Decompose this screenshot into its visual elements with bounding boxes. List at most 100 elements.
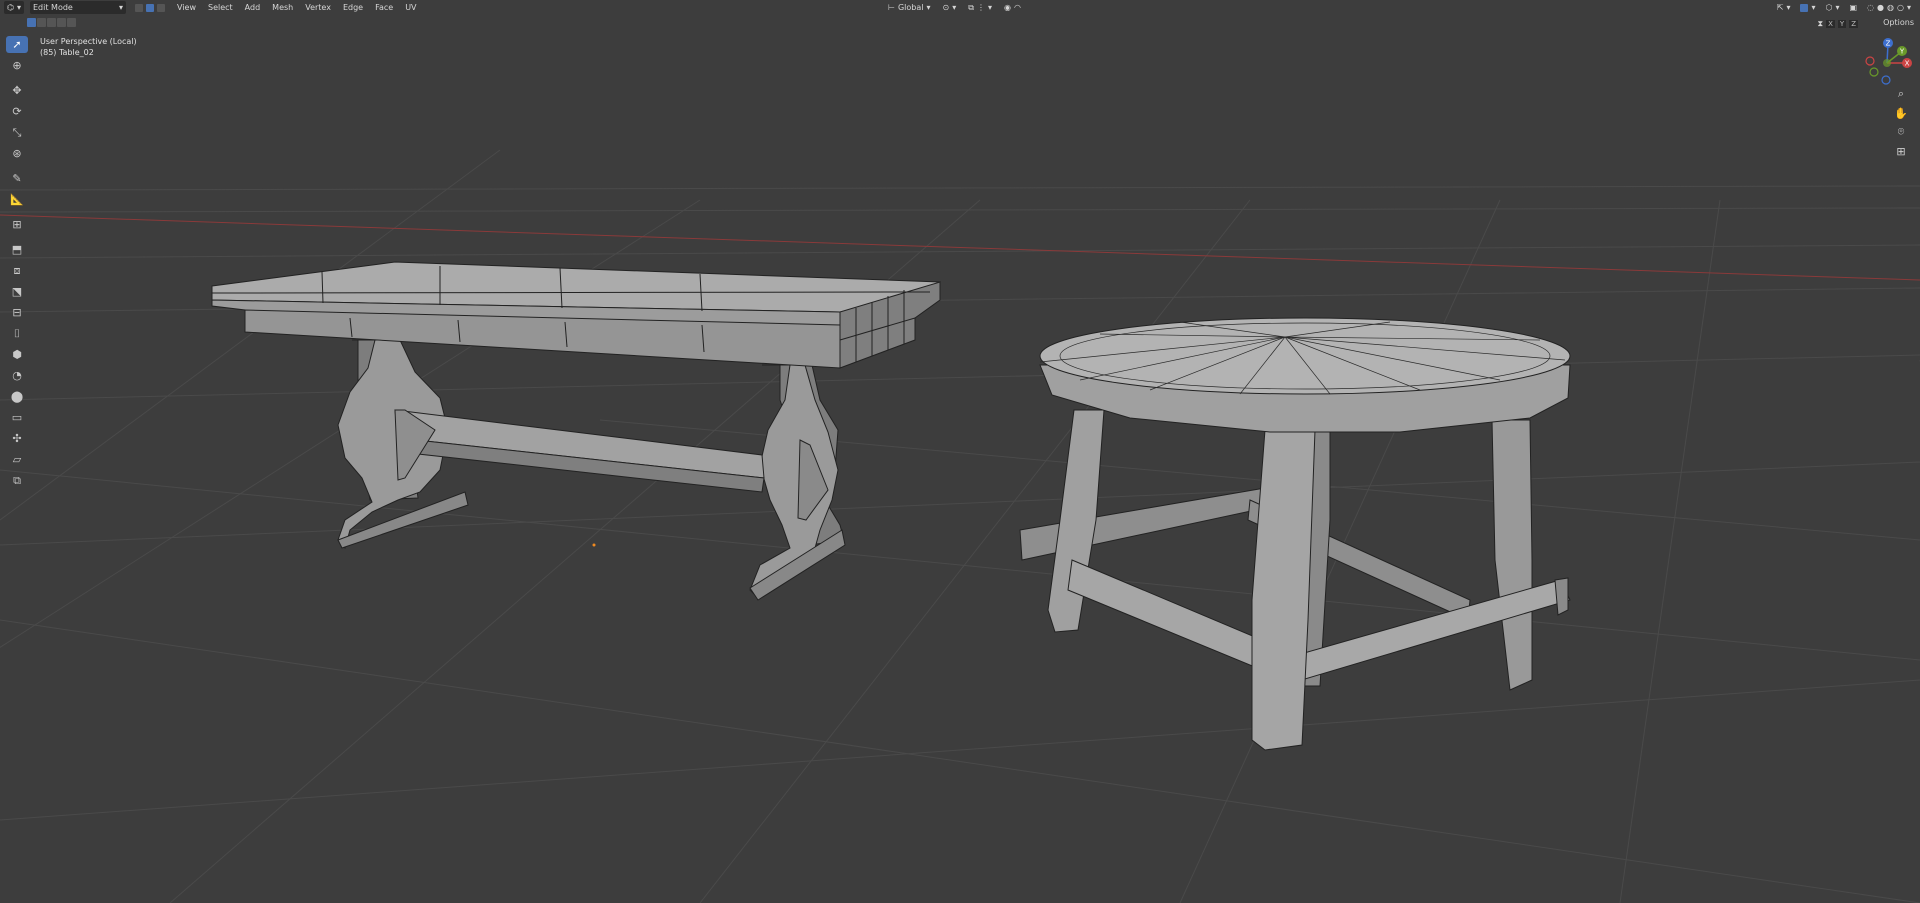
neg-x-axis-icon[interactable] [1865,56,1875,66]
xray-icon: ▣ [1849,3,1858,12]
neg-y-axis-icon[interactable] [1869,67,1879,77]
spin-icon[interactable]: ◔ [6,367,28,384]
knife-icon[interactable]: ⌷ [6,325,28,342]
menu-add[interactable]: Add [242,3,264,12]
subtract-selection-icon[interactable] [47,18,56,27]
set-selection-icon[interactable] [27,18,36,27]
material-shading-icon[interactable]: ◍ [1887,3,1894,12]
tool-shelf: ➚ ⊕ ✥ ⟳ ⤡ ⊛ ✎ 📐 ⊞ ⬒ ⧈ ⬔ ⊟ ⌷ ⬢ ◔ ⬤ ▭ ✣ ▱ … [4,36,30,489]
options-dropdown[interactable]: Options [1883,18,1914,27]
snap-toggle[interactable]: ⧉ ⋮ ▾ [965,1,995,14]
viewport-header-right: ⇱ ▾ ▾ ⬡ ▾ ▣ ◌ ● ◍ ○ ▾ [1774,1,1914,14]
solid-shading-icon[interactable]: ● [1877,3,1884,12]
move-icon[interactable]: ✥ [6,82,28,99]
edge-slide-icon[interactable]: ▭ [6,409,28,426]
pivot-icon: ⊙ [942,3,950,12]
extrude-icon[interactable]: ⬒ [6,241,28,258]
proportional-edit-icon: ◉ [1003,3,1011,12]
selection-set-modes [27,18,76,27]
transform-icon[interactable]: ⊛ [6,145,28,162]
select-mode-group [132,1,168,14]
gizmo-toggle[interactable]: ⇱ ▾ [1774,1,1794,14]
viewport-info: User Perspective (Local) (85) Table_02 [40,36,137,58]
invert-selection-icon[interactable] [57,18,66,27]
gizmo-center-icon [1883,59,1891,67]
mode-dropdown[interactable]: Edit Mode ▾ [30,1,126,14]
perspective-grid-icon[interactable]: ⊞ [1894,144,1908,158]
bench-mesh[interactable] [211,261,941,601]
cursor-select-icon[interactable]: ➚ [6,36,28,53]
neg-z-axis-icon[interactable] [1881,75,1891,85]
navigation-gizmo[interactable]: Z X Y [1856,36,1916,86]
proportional-edit-toggle[interactable]: ◉ ◠ [1001,1,1024,14]
x-axis-line [0,214,1920,281]
pan-hand-icon[interactable]: ✋ [1894,106,1908,120]
xray-toggle[interactable]: ▣ [1846,1,1860,14]
mirror-z-toggle[interactable]: Z [1849,20,1858,28]
orientation-icon: ⊢ [888,3,895,12]
rip-region-icon[interactable]: ⧉ [6,472,28,489]
orientation-label: Global [897,3,924,12]
3d-cursor-icon[interactable]: ⊕ [6,57,28,74]
overlays-toggle[interactable]: ▾ [1797,1,1818,14]
editor-type-button[interactable]: ⌬ ▾ [4,1,24,14]
menu-mesh[interactable]: Mesh [269,3,296,12]
mirror-axis-group: ⧗ X Y Z [1817,19,1858,29]
bevel-icon[interactable]: ⬔ [6,283,28,300]
floor-grid [0,149,1920,903]
loop-cut-icon[interactable]: ⊟ [6,304,28,321]
face-select-icon[interactable] [157,3,165,12]
viewport-subheader: ⧗ X Y Z Options [0,16,1920,30]
rotate-icon[interactable]: ⟳ [6,103,28,120]
intersect-selection-icon[interactable] [67,18,76,27]
snap-icon: ⧉ [968,2,974,12]
falloff-icon: ◠ [1013,3,1021,12]
menu-vertex[interactable]: Vertex [302,3,334,12]
x-axis-label: X [1905,60,1910,68]
3d-viewport[interactable] [0,0,1920,903]
annotate-icon[interactable]: ✎ [6,170,28,187]
inset-icon[interactable]: ⧈ [6,262,28,279]
shear-icon[interactable]: ▱ [6,451,28,468]
zoom-icon[interactable]: ⌕ [1894,87,1908,101]
smooth-icon[interactable]: ⬤ [6,388,28,405]
extend-selection-icon[interactable] [37,18,46,27]
rendered-shading-icon[interactable]: ○ [1897,3,1904,12]
z-axis-label: Z [1886,40,1891,48]
shrink-fatten-icon[interactable]: ✣ [6,430,28,447]
edge-select-icon[interactable] [146,3,154,12]
transform-orientation-dropdown[interactable]: ⊢ Global ▾ [885,1,934,14]
view-name: User Perspective (Local) [40,37,137,46]
gizmo-icon: ⇱ [1776,3,1784,12]
menu-select[interactable]: Select [205,3,236,12]
snap-target-icon: ⋮ [976,3,985,12]
object-label: (85) Table_02 [40,48,94,57]
vertex-select-icon[interactable] [135,3,143,12]
pivot-point-dropdown[interactable]: ⊙ ▾ [940,1,960,14]
add-cube-icon[interactable]: ⊞ [6,216,28,233]
y-axis-label: Y [1899,48,1905,56]
navigation-buttons: ⌕ ✋ ⌾ ⊞ [1894,87,1908,158]
camera-view-icon[interactable]: ⌾ [1894,125,1908,139]
menu-uv[interactable]: UV [402,3,419,12]
menu-view[interactable]: View [174,3,199,12]
mirror-y-toggle[interactable]: Y [1837,20,1847,28]
transform-controls: ⊢ Global ▾ ⊙ ▾ ⧉ ⋮ ▾ ◉ ◠ [885,1,1024,14]
shading-modes: ◌ ● ◍ ○ ▾ [1867,3,1911,12]
menu-edge[interactable]: Edge [340,3,366,12]
scale-icon[interactable]: ⤡ [6,124,28,141]
editor-type-icon: ⌬ [7,3,14,12]
mesh-overlays-icon: ⬡ [1825,3,1833,12]
poly-build-icon[interactable]: ⬢ [6,346,28,363]
mesh-overlays-toggle[interactable]: ⬡ ▾ [1822,1,1842,14]
stool-mesh[interactable] [1019,317,1571,751]
chevron-down-icon: ▾ [118,3,123,12]
mirror-x-toggle[interactable]: X [1826,20,1835,28]
mode-label: Edit Mode [33,3,73,12]
mirror-icon: ⧗ [1817,19,1824,28]
wireframe-shading-icon[interactable]: ◌ [1867,3,1874,12]
chevron-down-icon: ▾ [926,3,931,12]
menu-face[interactable]: Face [372,3,396,12]
measure-icon[interactable]: 📐 [6,191,28,208]
overlays-icon [1800,3,1809,12]
